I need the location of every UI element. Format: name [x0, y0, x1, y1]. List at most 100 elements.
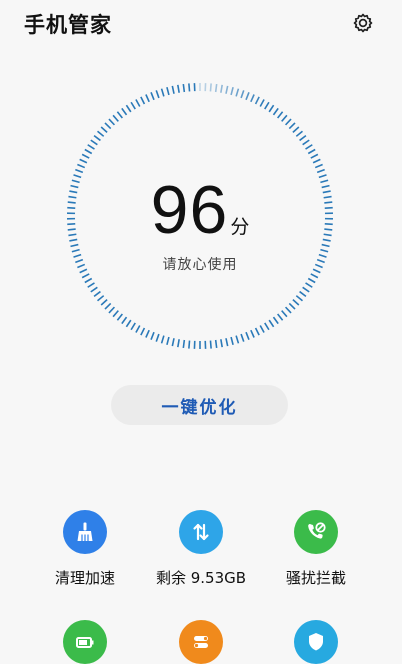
gauge-tick — [146, 330, 149, 337]
gauge-tick — [109, 119, 114, 125]
gauge-tick — [303, 140, 310, 145]
gauge-tick — [94, 136, 100, 141]
gauge-tick — [183, 84, 184, 92]
gauge-tick — [322, 245, 330, 247]
optimize-button[interactable]: 一键优化 — [111, 385, 288, 425]
gauge-tick — [289, 123, 295, 129]
score-gauge: 96分 请放心使用 — [62, 78, 338, 354]
gauge-tick — [167, 337, 169, 345]
gauge-tick — [80, 159, 87, 162]
gauge-tick — [251, 95, 254, 102]
gauge-tick — [260, 99, 264, 106]
gauge-tick — [162, 336, 164, 344]
gauge-tick — [241, 90, 244, 98]
gauge-tick — [246, 92, 249, 99]
gauge-tick — [282, 115, 287, 121]
gauge-tick — [246, 332, 249, 339]
tool-label: 剩余 9.53GB — [141, 567, 261, 588]
gauge-tick — [156, 334, 159, 342]
gauge-tick — [178, 85, 179, 93]
gauge-tick — [151, 92, 154, 99]
gauge-tick — [286, 119, 291, 125]
gauge-tick — [122, 317, 127, 323]
tool-clean-speed[interactable]: 清理加速 — [25, 510, 145, 588]
tool-battery[interactable] — [25, 620, 145, 664]
gauge-tick — [320, 250, 328, 252]
score-value: 96 — [151, 172, 229, 248]
gauge-tick — [178, 339, 179, 347]
gauge-tick — [117, 112, 122, 118]
gauge-tick — [289, 303, 295, 309]
gauge-tick — [210, 83, 211, 91]
gauge-tick — [221, 85, 222, 93]
gauge-tick — [278, 112, 283, 118]
gauge-tick — [105, 303, 111, 309]
gauge-tick — [241, 334, 244, 342]
gauge-tick — [88, 283, 95, 287]
gauge-tick — [273, 108, 278, 114]
gauge-tick — [216, 340, 217, 348]
gauge-tick — [117, 314, 122, 320]
gauge-tick — [189, 341, 190, 349]
gauge-tick — [306, 145, 313, 149]
gauge-tick — [156, 90, 159, 98]
gauge-tick — [300, 136, 306, 141]
gauge-tick — [146, 95, 149, 102]
gauge-tick — [189, 83, 190, 91]
app-toggle-icon — [179, 620, 223, 664]
gauge-tick — [136, 99, 140, 106]
gauge-tick — [85, 279, 92, 283]
header: 手机管家 — [0, 0, 402, 48]
tool-harassment-block[interactable]: 骚扰拦截 — [256, 510, 376, 588]
gauge-tick — [98, 296, 104, 301]
gauge-tick — [210, 341, 211, 349]
gauge-tick — [98, 131, 104, 136]
gauge-tick — [71, 245, 79, 247]
gauge-tick — [296, 296, 302, 301]
gauge-tick — [101, 127, 107, 132]
gauge-tick — [221, 339, 222, 347]
gauge-tick — [236, 89, 238, 97]
gauge-tick — [311, 274, 318, 278]
gauge-tick — [113, 311, 118, 317]
gauge-tick — [308, 279, 315, 283]
gauge-tick — [300, 292, 306, 297]
score-display: 96分 — [62, 176, 338, 244]
settings-button[interactable] — [350, 10, 376, 36]
gauge-tick — [226, 86, 228, 94]
phone-block-icon — [294, 510, 338, 554]
gauge-tick — [308, 150, 315, 154]
gauge-tick — [101, 300, 107, 305]
gauge-tick — [126, 105, 130, 112]
gauge-tick — [131, 102, 135, 109]
transfer-arrows-icon — [179, 510, 223, 554]
gauge-tick — [303, 287, 310, 292]
gauge-tick — [141, 97, 145, 104]
tool-label: 清理加速 — [25, 567, 145, 588]
gauge-tick — [136, 326, 140, 333]
gauge-tick — [85, 150, 92, 154]
score-unit: 分 — [230, 216, 249, 238]
tool-app-manager[interactable] — [141, 620, 261, 664]
gauge-tick — [72, 250, 80, 252]
gauge-tick — [293, 127, 299, 132]
gauge-tick — [141, 328, 145, 335]
gauge-tick — [105, 123, 111, 129]
gauge-tick — [113, 115, 118, 121]
gear-icon — [351, 11, 375, 35]
gauge-tick — [273, 317, 278, 323]
gauge-tick — [82, 274, 89, 278]
gauge-tick — [94, 292, 100, 297]
gauge-tick — [122, 108, 127, 114]
gauge-tick — [88, 145, 95, 149]
tool-security[interactable] — [256, 620, 376, 664]
broom-icon — [63, 510, 107, 554]
gauge-tick — [91, 140, 98, 145]
gauge-tick — [251, 330, 254, 337]
gauge-tick — [306, 283, 313, 287]
gauge-tick — [317, 170, 325, 173]
status-text: 请放心使用 — [62, 254, 338, 274]
gauge-tick — [315, 164, 322, 167]
tool-storage[interactable]: 剩余 9.53GB — [141, 510, 261, 588]
gauge-tick — [172, 338, 174, 346]
